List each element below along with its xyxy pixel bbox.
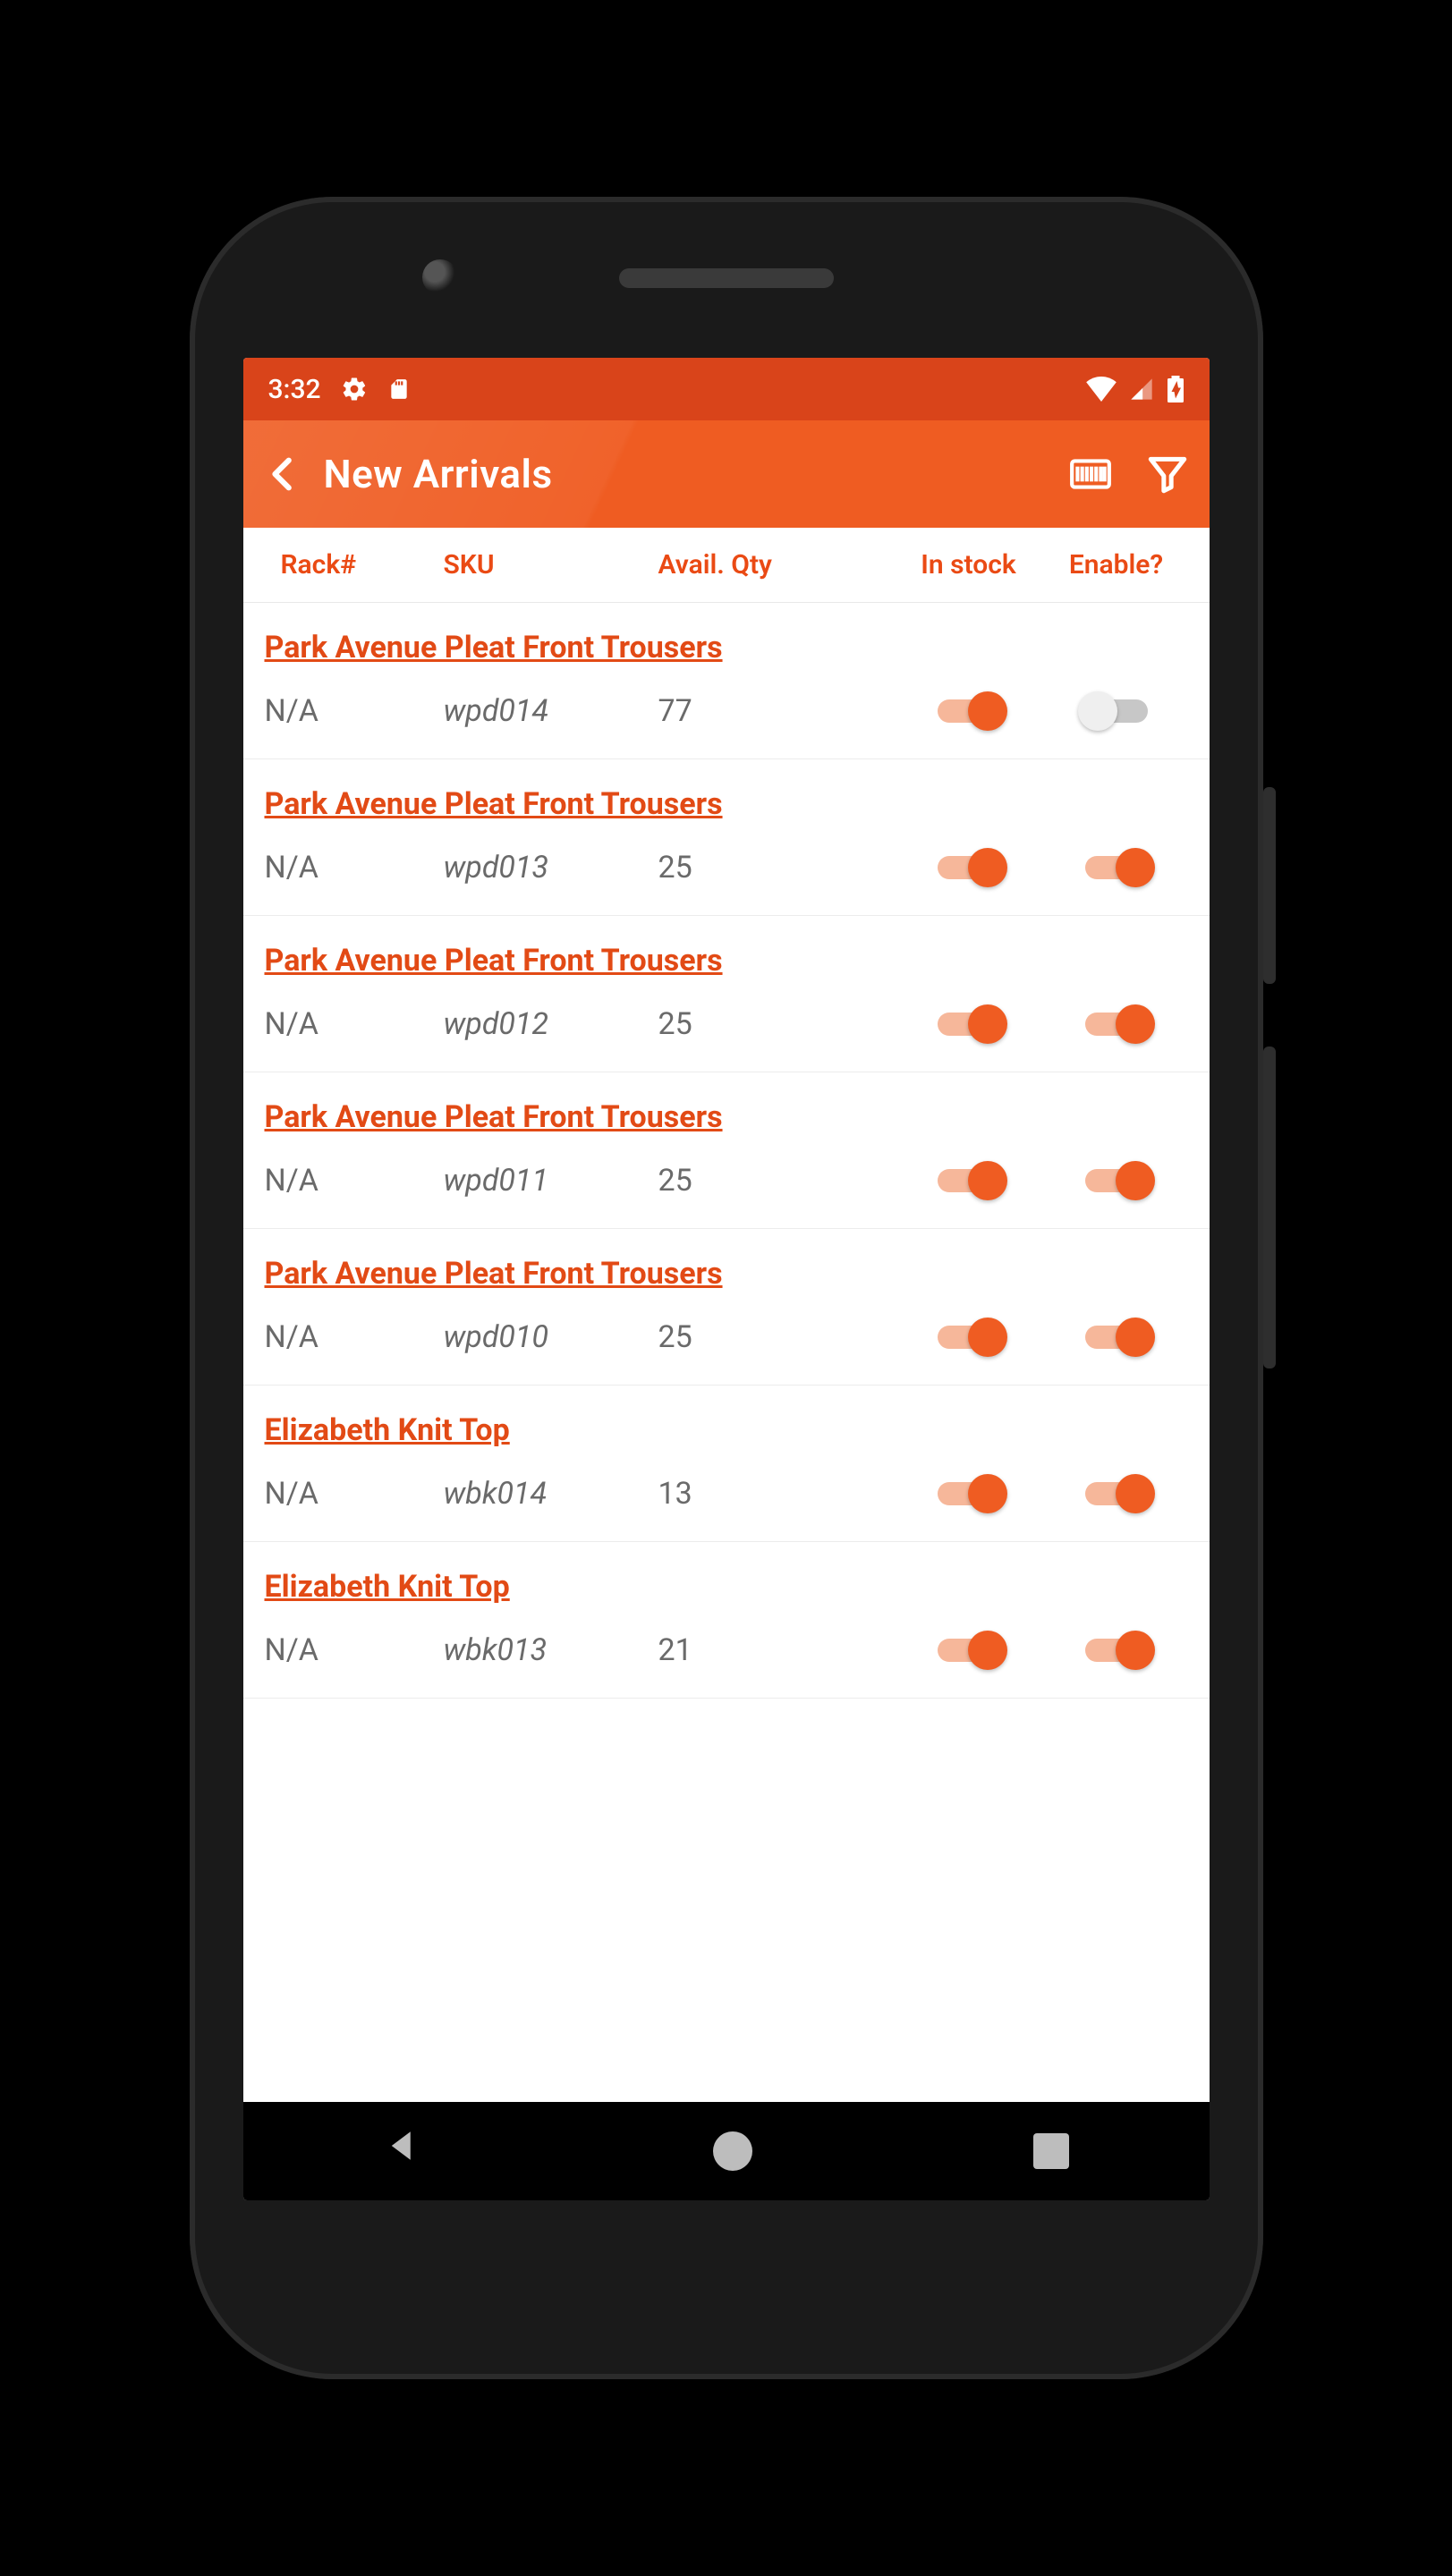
product-name-link[interactable]: Park Avenue Pleat Front Trousers [265, 1256, 723, 1292]
filter-button[interactable] [1145, 452, 1190, 496]
enable-toggle[interactable] [1078, 1315, 1155, 1360]
in-stock-toggle[interactable] [930, 1002, 1007, 1046]
list-item: Park Avenue Pleat Front Trousers N/A wpd… [243, 603, 1210, 759]
status-time: 3:32 [268, 374, 321, 405]
android-nav-bar [243, 2102, 1210, 2200]
page-title: New Arrivals [324, 451, 553, 497]
col-qty: Avail. Qty [658, 549, 893, 580]
list-item: Elizabeth Knit Top N/A wbk013 21 [243, 1542, 1210, 1699]
enable-toggle[interactable] [1078, 1158, 1155, 1203]
battery-charging-icon [1167, 376, 1185, 402]
qty-value: 25 [658, 1319, 893, 1355]
nav-recent-button[interactable] [1033, 2133, 1069, 2169]
rack-value: N/A [265, 693, 444, 729]
back-button[interactable] [263, 453, 304, 495]
in-stock-toggle[interactable] [930, 1628, 1007, 1673]
sku-value: wbk014 [444, 1476, 658, 1512]
rack-value: N/A [265, 1319, 444, 1355]
product-name-link[interactable]: Park Avenue Pleat Front Trousers [265, 943, 723, 979]
qty-value: 13 [658, 1476, 893, 1512]
wifi-icon [1086, 377, 1117, 402]
column-header-row: Rack# SKU Avail. Qty In stock Enable? [243, 528, 1210, 603]
enable-toggle[interactable] [1078, 1002, 1155, 1046]
screen: 3:32 [243, 358, 1210, 2200]
list-item: Park Avenue Pleat Front Trousers N/A wpd… [243, 916, 1210, 1072]
col-rack: Rack# [265, 549, 444, 580]
product-name-link[interactable]: Park Avenue Pleat Front Trousers [265, 1099, 723, 1135]
qty-value: 77 [658, 693, 893, 729]
product-name-link[interactable]: Elizabeth Knit Top [265, 1569, 510, 1605]
phone-frame: 3:32 [190, 197, 1263, 2379]
product-list[interactable]: Park Avenue Pleat Front Trousers N/A wpd… [243, 603, 1210, 2102]
col-sku: SKU [444, 549, 658, 580]
enable-toggle[interactable] [1078, 845, 1155, 890]
enable-toggle[interactable] [1078, 1471, 1155, 1516]
nav-back-button[interactable] [384, 2127, 432, 2175]
product-name-link[interactable]: Park Avenue Pleat Front Trousers [265, 786, 723, 822]
android-status-bar: 3:32 [243, 358, 1210, 420]
in-stock-toggle[interactable] [930, 1315, 1007, 1360]
rack-value: N/A [265, 850, 444, 886]
product-name-link[interactable]: Elizabeth Knit Top [265, 1412, 510, 1448]
enable-toggle[interactable] [1078, 1628, 1155, 1673]
phone-side-button [1263, 1046, 1276, 1368]
app-bar: New Arrivals [243, 420, 1210, 528]
barcode-scan-button[interactable] [1068, 452, 1113, 496]
list-item: Park Avenue Pleat Front Trousers N/A wpd… [243, 759, 1210, 916]
settings-gear-icon [341, 376, 368, 402]
in-stock-toggle[interactable] [930, 689, 1007, 733]
col-stock: In stock [893, 549, 1045, 580]
rack-value: N/A [265, 1632, 444, 1668]
cell-signal-icon [1129, 377, 1154, 402]
enable-toggle[interactable] [1078, 689, 1155, 733]
in-stock-toggle[interactable] [930, 845, 1007, 890]
list-item: Elizabeth Knit Top N/A wbk014 13 [243, 1385, 1210, 1542]
in-stock-toggle[interactable] [930, 1158, 1007, 1203]
rack-value: N/A [265, 1006, 444, 1042]
sku-value: wpd011 [444, 1163, 658, 1199]
sku-value: wpd012 [444, 1006, 658, 1042]
qty-value: 25 [658, 1163, 893, 1199]
qty-value: 21 [658, 1632, 893, 1668]
sd-card-icon [387, 376, 411, 402]
col-enable: Enable? [1045, 549, 1188, 580]
qty-value: 25 [658, 1006, 893, 1042]
in-stock-toggle[interactable] [930, 1471, 1007, 1516]
nav-home-button[interactable] [713, 2131, 752, 2171]
list-item: Park Avenue Pleat Front Trousers N/A wpd… [243, 1229, 1210, 1385]
rack-value: N/A [265, 1476, 444, 1512]
sku-value: wpd010 [444, 1319, 658, 1355]
sku-value: wbk013 [444, 1632, 658, 1668]
rack-value: N/A [265, 1163, 444, 1199]
phone-side-button [1263, 787, 1276, 984]
list-item: Park Avenue Pleat Front Trousers N/A wpd… [243, 1072, 1210, 1229]
sku-value: wpd014 [444, 693, 658, 729]
sku-value: wpd013 [444, 850, 658, 886]
product-name-link[interactable]: Park Avenue Pleat Front Trousers [265, 630, 723, 665]
qty-value: 25 [658, 850, 893, 886]
